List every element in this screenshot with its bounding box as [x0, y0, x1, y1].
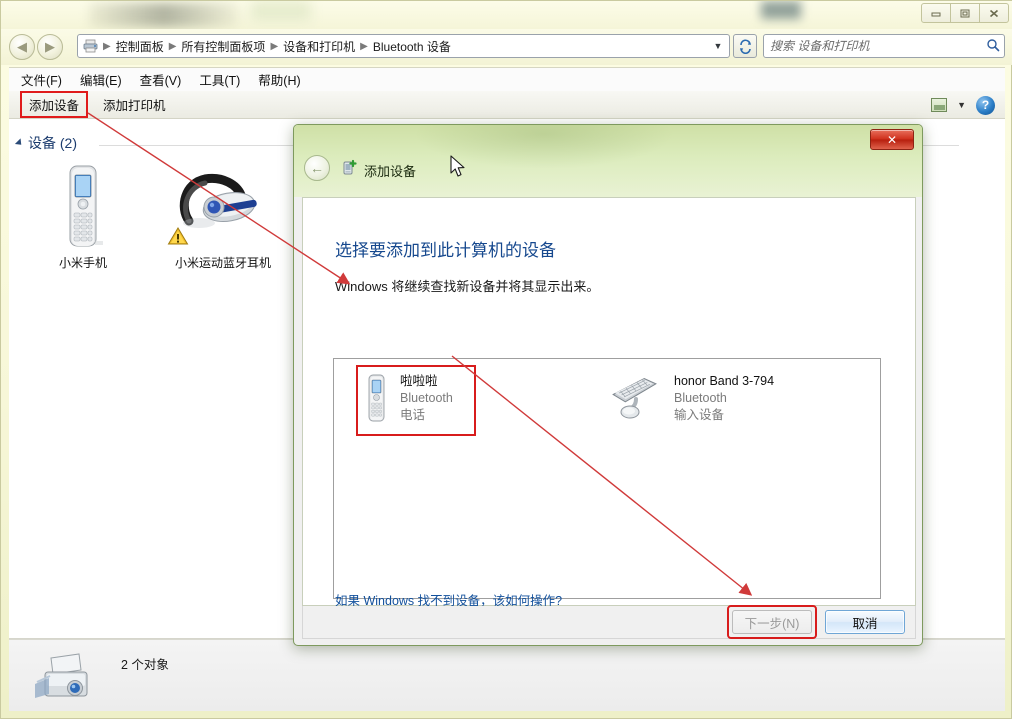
breadcrumb: 控制面板 ▶ 所有控制面板项 ▶ 设备和打印机 ▶ Bluetooth 设备 — [112, 36, 709, 57]
window-titlebar[interactable] — [1, 1, 1012, 29]
breadcrumb-separator-1[interactable]: ▶ — [168, 41, 178, 52]
search-box[interactable] — [763, 34, 1005, 58]
command-bar: 添加设备 添加打印机 ▼ ? — [9, 91, 1005, 119]
refresh-button[interactable] — [733, 34, 757, 58]
found-device-transport: Bluetooth — [400, 391, 453, 405]
found-device-info: 啦啦啦 Bluetooth 电话 — [400, 373, 453, 424]
breadcrumb-item-0[interactable]: 控制面板 — [112, 36, 168, 57]
help-icon[interactable]: ? — [976, 95, 995, 115]
window-controls — [921, 3, 1009, 23]
cancel-button[interactable]: 取消 — [825, 610, 905, 634]
dialog-heading: 选择要添加到此计算机的设备 — [335, 241, 556, 260]
device-label: 小米手机 — [58, 256, 107, 270]
add-device-button[interactable]: 添加设备 — [19, 91, 89, 118]
device-item-phone[interactable]: 小米手机 — [27, 163, 139, 271]
bluetooth-input-device-icon — [608, 373, 664, 426]
found-device-list[interactable]: 啦啦啦 Bluetooth 电话 honor Band 3-794 Blueto… — [333, 358, 881, 599]
view-layout-icon[interactable] — [931, 98, 948, 112]
breadcrumb-item-3[interactable]: Bluetooth 设备 — [369, 36, 455, 57]
found-device-name: honor Band 3-794 — [674, 374, 775, 388]
chevron-down-icon[interactable]: ▼ — [957, 100, 966, 110]
menu-view[interactable]: 查看(V) — [140, 70, 182, 89]
titlebar-blur-artifact-right — [761, 1, 801, 19]
bluetooth-headset-icon — [167, 163, 275, 249]
mobile-phone-icon — [364, 373, 390, 428]
dialog-title: 添加设备 — [364, 164, 417, 179]
dialog-close-button[interactable]: ✕ — [870, 129, 914, 150]
menu-bar: 文件(F) 编辑(E) 查看(V) 工具(T) 帮助(H) — [9, 67, 1005, 91]
breadcrumb-item-1[interactable]: 所有控制面板项 — [177, 36, 269, 57]
menu-file[interactable]: 文件(F) — [21, 70, 62, 89]
breadcrumb-separator-0[interactable]: ▶ — [102, 41, 112, 52]
chevron-expand-icon[interactable] — [14, 138, 25, 148]
device-label: 小米运动蓝牙耳机 — [174, 256, 271, 270]
found-device-category: 电话 — [400, 408, 426, 422]
back-button[interactable]: ◀ — [9, 34, 35, 60]
add-printer-button[interactable]: 添加打印机 — [95, 92, 174, 117]
found-device-name: 啦啦啦 — [400, 374, 438, 388]
printer-icon — [82, 38, 100, 54]
menu-edit[interactable]: 编辑(E) — [80, 70, 122, 89]
found-device-category: 输入设备 — [674, 408, 725, 422]
warning-icon — [167, 226, 189, 251]
command-bar-right: ▼ ? — [931, 91, 995, 119]
menu-tools[interactable]: 工具(T) — [199, 70, 240, 89]
add-device-dialog: ✕ ← 添加设备 选择要添加到此计算机的设备 Windows 将继续查找新设备并… — [293, 124, 923, 646]
status-text: 2 个对象 — [121, 658, 169, 672]
nav-buttons: ◀ ▶ — [9, 34, 63, 60]
screen: ◀ ▶ ▶ 控制面板 ▶ 所有控制面板项 ▶ 设备和打印机 ▶ Bluetoot… — [0, 0, 1012, 719]
breadcrumb-separator-3[interactable]: ▶ — [359, 41, 369, 52]
dialog-back-button[interactable]: ← — [304, 155, 330, 181]
device-group-header[interactable]: 设备 (2) — [14, 133, 77, 153]
maximize-button[interactable] — [950, 3, 980, 23]
search-input[interactable] — [768, 38, 986, 54]
next-button[interactable]: 下一步(N) — [732, 610, 812, 634]
chevron-down-icon[interactable]: ▼ — [709, 36, 727, 56]
device-group-label: 设备 (2) — [28, 135, 77, 151]
dialog-body: 选择要添加到此计算机的设备 Windows 将继续查找新设备并将其显示出来。 啦… — [302, 197, 916, 608]
breadcrumb-separator-2[interactable]: ▶ — [269, 41, 279, 52]
next-button-highlight: 下一步(N) — [727, 605, 817, 639]
device-item-headset[interactable]: 小米运动蓝牙耳机 — [167, 163, 279, 271]
search-icon[interactable] — [986, 38, 1000, 55]
found-device-item-1[interactable]: honor Band 3-794 Bluetooth 输入设备 — [602, 367, 782, 432]
dialog-footer: 下一步(N) 取消 — [302, 605, 916, 639]
minimize-button[interactable] — [921, 3, 951, 23]
device-grid: 小米手机 小米运动蓝牙耳机 — [27, 163, 279, 271]
close-button[interactable] — [979, 3, 1009, 23]
dialog-subtext: Windows 将继续查找新设备并将其显示出来。 — [335, 279, 600, 294]
window-title-obscured — [89, 3, 239, 27]
address-bar[interactable]: ▶ 控制面板 ▶ 所有控制面板项 ▶ 设备和打印机 ▶ Bluetooth 设备… — [77, 34, 730, 58]
mouse-cursor — [450, 155, 465, 177]
found-device-transport: Bluetooth — [674, 391, 727, 405]
add-device-icon — [340, 159, 358, 182]
mobile-phone-icon — [57, 163, 109, 249]
titlebar-blur-artifact — [251, 1, 311, 21]
found-device-info: honor Band 3-794 Bluetooth 输入设备 — [674, 373, 774, 424]
printer-scanner-icon — [31, 648, 103, 711]
found-device-item-0[interactable]: 啦啦啦 Bluetooth 电话 — [356, 365, 476, 436]
status-bar: 2 个对象 — [9, 639, 1005, 711]
menu-help[interactable]: 帮助(H) — [258, 70, 300, 89]
breadcrumb-item-2[interactable]: 设备和打印机 — [279, 36, 359, 57]
dialog-title-row: 添加设备 — [340, 159, 416, 182]
forward-button[interactable]: ▶ — [37, 34, 63, 60]
